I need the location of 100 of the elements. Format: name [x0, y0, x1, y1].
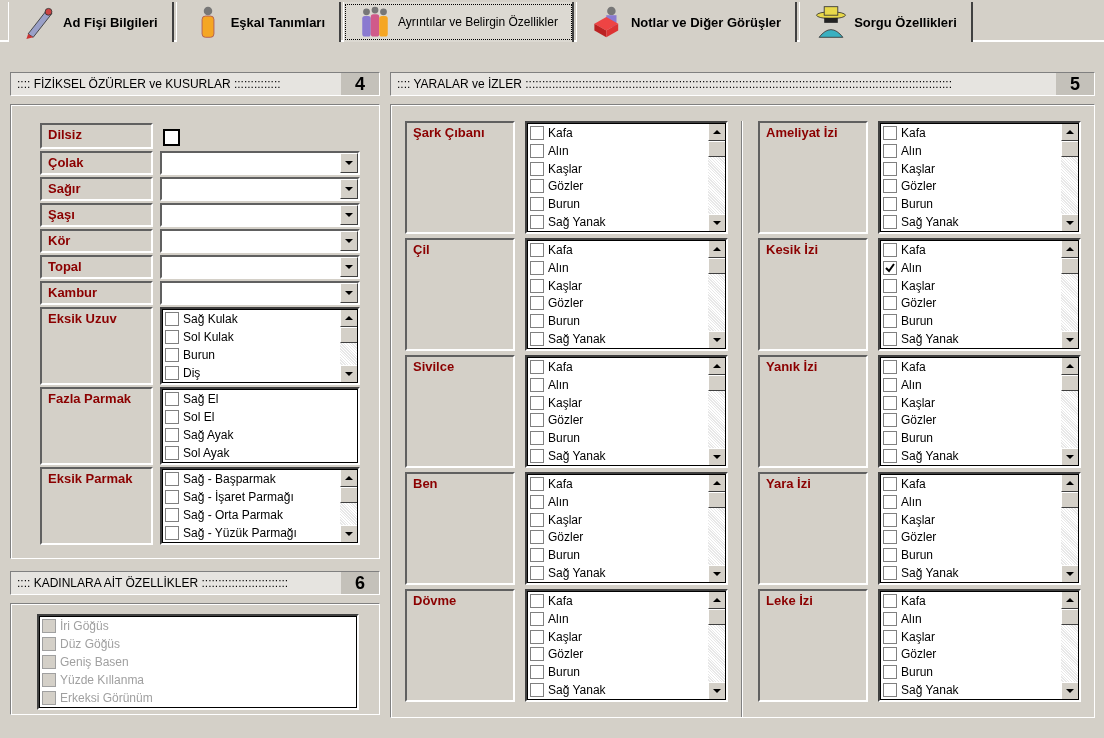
checkbox[interactable] — [883, 566, 897, 581]
scroll-up-button[interactable] — [1061, 357, 1079, 375]
scroll-thumb[interactable] — [1061, 258, 1079, 274]
checkbox[interactable] — [165, 490, 179, 504]
checkbox[interactable] — [163, 129, 180, 146]
scrollbar[interactable] — [340, 469, 358, 543]
checkbox[interactable] — [530, 548, 544, 563]
scroll-up-button[interactable] — [708, 123, 726, 141]
checkbox[interactable] — [165, 348, 179, 362]
scroll-down-button[interactable] — [1061, 565, 1079, 583]
scroll-down-button[interactable] — [708, 565, 726, 583]
scrollbar[interactable] — [340, 309, 358, 383]
checkbox[interactable] — [165, 366, 179, 380]
scroll-up-button[interactable] — [708, 591, 726, 609]
dropdown-field[interactable] — [160, 203, 360, 227]
scroll-thumb[interactable] — [1061, 609, 1079, 625]
scroll-up-button[interactable] — [340, 309, 358, 327]
checkbox[interactable] — [883, 215, 897, 230]
dropdown-field[interactable] — [160, 229, 360, 253]
checkbox[interactable] — [530, 647, 544, 662]
checkbox[interactable] — [165, 410, 179, 424]
scroll-thumb[interactable] — [708, 141, 726, 157]
checkbox[interactable] — [883, 512, 897, 527]
scroll-down-button[interactable] — [1061, 682, 1079, 700]
checkbox[interactable] — [883, 377, 897, 392]
scrollbar[interactable] — [708, 591, 726, 700]
checkbox[interactable] — [883, 314, 897, 329]
dropdown-button[interactable] — [340, 205, 358, 225]
checkbox[interactable] — [530, 395, 544, 410]
scroll-thumb[interactable] — [708, 258, 726, 274]
checkbox[interactable] — [883, 611, 897, 626]
checkbox[interactable] — [530, 359, 544, 374]
checkbox[interactable] — [530, 197, 544, 212]
scrollbar[interactable] — [1061, 474, 1079, 583]
scroll-up-button[interactable] — [1061, 240, 1079, 258]
scroll-thumb[interactable] — [1061, 375, 1079, 391]
checkbox[interactable] — [530, 143, 544, 158]
checkbox[interactable] — [530, 530, 544, 545]
checkbox[interactable] — [883, 161, 897, 176]
checkbox[interactable] — [883, 395, 897, 410]
checkbox[interactable] — [165, 508, 179, 522]
checkbox[interactable] — [883, 665, 897, 680]
checkbox[interactable] — [530, 449, 544, 464]
scroll-up-button[interactable] — [708, 474, 726, 492]
scroll-thumb[interactable] — [1061, 492, 1079, 508]
checkbox[interactable] — [530, 611, 544, 626]
checkbox[interactable] — [883, 548, 897, 563]
checkbox[interactable] — [165, 526, 179, 540]
checkbox[interactable] — [883, 278, 897, 293]
dropdown-field[interactable] — [160, 281, 360, 305]
scrollbar[interactable] — [1061, 591, 1079, 700]
tab[interactable]: Ayrıntılar ve Belirgin Özellikler — [343, 2, 574, 42]
scroll-thumb[interactable] — [340, 327, 358, 343]
checkbox[interactable] — [165, 446, 179, 460]
checkbox[interactable] — [883, 179, 897, 194]
scroll-up-button[interactable] — [708, 357, 726, 375]
scroll-up-button[interactable] — [1061, 591, 1079, 609]
dropdown-field[interactable] — [160, 177, 360, 201]
checkbox[interactable] — [530, 314, 544, 329]
checkbox[interactable] — [883, 413, 897, 428]
checkbox[interactable] — [883, 476, 897, 491]
checkbox[interactable] — [530, 665, 544, 680]
checkbox[interactable] — [883, 593, 897, 608]
checkbox[interactable] — [530, 179, 544, 194]
checkbox[interactable] — [883, 431, 897, 446]
checkbox[interactable] — [165, 472, 179, 486]
checkbox[interactable] — [530, 161, 544, 176]
checkbox[interactable] — [883, 683, 897, 698]
dropdown-field[interactable] — [160, 151, 360, 175]
scroll-up-button[interactable] — [1061, 474, 1079, 492]
checkbox[interactable] — [530, 512, 544, 527]
checkbox[interactable] — [530, 215, 544, 230]
checkbox[interactable] — [530, 278, 544, 293]
scrollbar[interactable] — [1061, 123, 1079, 232]
scroll-down-button[interactable] — [340, 525, 358, 543]
checkbox[interactable] — [530, 476, 544, 491]
checkbox[interactable] — [530, 377, 544, 392]
scroll-down-button[interactable] — [708, 331, 726, 349]
checkbox[interactable] — [883, 494, 897, 509]
tab[interactable]: Eşkal Tanımları — [175, 2, 342, 42]
checkbox[interactable] — [530, 413, 544, 428]
dropdown-button[interactable] — [340, 153, 358, 173]
checkbox[interactable] — [530, 494, 544, 509]
checkbox[interactable] — [883, 332, 897, 347]
scroll-down-button[interactable] — [1061, 448, 1079, 466]
checkbox[interactable] — [530, 431, 544, 446]
scroll-up-button[interactable] — [708, 240, 726, 258]
checkbox[interactable] — [530, 332, 544, 347]
scrollbar[interactable] — [1061, 357, 1079, 466]
tab[interactable]: Sorgu Özellikleri — [799, 2, 973, 42]
scroll-up-button[interactable] — [1061, 123, 1079, 141]
scroll-down-button[interactable] — [1061, 214, 1079, 232]
dropdown-button[interactable] — [340, 231, 358, 251]
scroll-down-button[interactable] — [708, 682, 726, 700]
scrollbar[interactable] — [708, 474, 726, 583]
scroll-down-button[interactable] — [708, 448, 726, 466]
dropdown-field[interactable] — [160, 255, 360, 279]
checkbox[interactable] — [165, 392, 179, 406]
checkbox[interactable] — [165, 330, 179, 344]
checkbox[interactable] — [883, 359, 897, 374]
